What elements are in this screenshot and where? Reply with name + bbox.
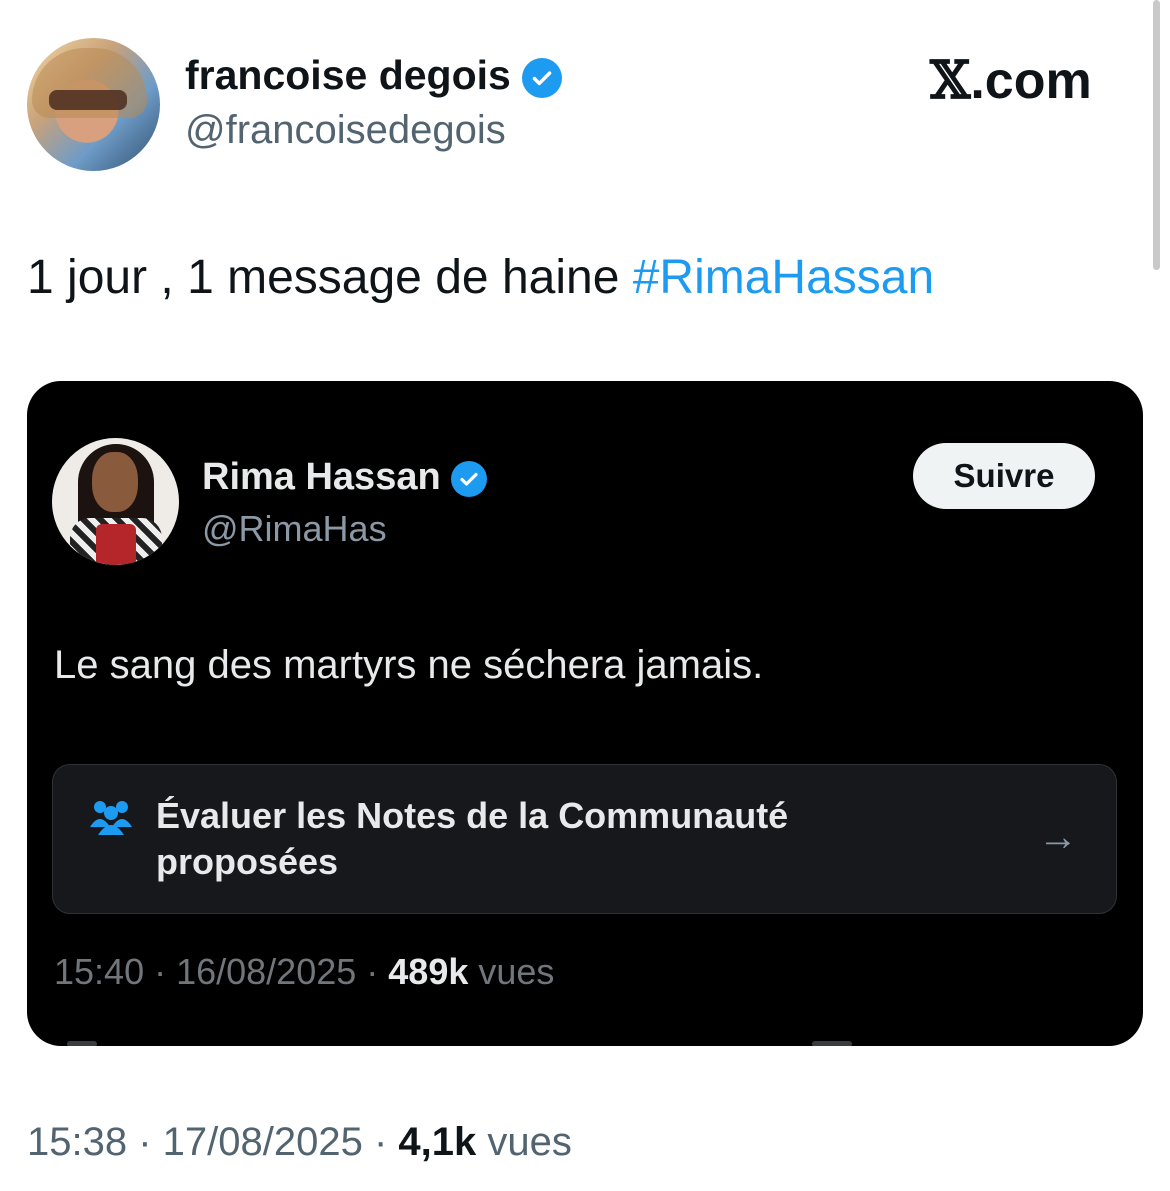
- quoted-author-name[interactable]: Rima Hassan: [202, 456, 488, 499]
- tweet-views-count: 4,1k: [398, 1120, 477, 1164]
- tweet-meta: 15:38 · 17/08/2025 · 4,1k vues: [27, 1120, 572, 1165]
- quoted-author-name-text[interactable]: Rima Hassan: [202, 456, 441, 498]
- author-name[interactable]: francoise degois: [185, 52, 563, 99]
- community-people-icon: [90, 801, 132, 835]
- meta-separator: ·: [362, 1120, 399, 1164]
- x-logo-icon: 𝕏: [930, 50, 971, 111]
- meta-separator: ·: [144, 951, 177, 992]
- meta-separator: ·: [356, 951, 389, 992]
- tweet-text: 1 jour , 1 message de haine #RimaHassan: [27, 250, 934, 305]
- tweet-date[interactable]: 17/08/2025: [163, 1120, 363, 1164]
- verified-badge-icon: [522, 58, 563, 99]
- community-notes-prompt[interactable]: Évaluer les Notes de la Communauté propo…: [52, 764, 1117, 914]
- action-icon-stub: [67, 1041, 97, 1046]
- quoted-tweet-meta: 15:40 · 16/08/2025 · 489k vues: [54, 951, 554, 993]
- quoted-date[interactable]: 16/08/2025: [176, 951, 356, 992]
- verified-badge-icon: [451, 460, 488, 497]
- notes-line-2: proposées: [156, 841, 339, 882]
- tweet-views-label: vues: [487, 1120, 572, 1164]
- x-com-logo: 𝕏.com: [930, 50, 1092, 111]
- author-avatar[interactable]: [27, 38, 160, 171]
- quoted-time[interactable]: 15:40: [54, 951, 144, 992]
- quoted-tweet-text: Le sang des martyrs ne séchera jamais.: [54, 643, 764, 687]
- hashtag-link[interactable]: #RimaHassan: [633, 251, 934, 304]
- quoted-tweet-card[interactable]: Rima Hassan @RimaHas Suivre Le sang des …: [27, 381, 1143, 1046]
- quoted-author-handle[interactable]: @RimaHas: [202, 508, 387, 550]
- tweet-body: 1 jour , 1 message de haine: [27, 251, 633, 304]
- brand-suffix: .com: [970, 52, 1092, 110]
- author-handle[interactable]: @francoisedegois: [185, 108, 506, 153]
- author-name-text[interactable]: francoise degois: [185, 52, 511, 98]
- follow-button[interactable]: Suivre: [913, 443, 1095, 509]
- action-icon-stub: [812, 1041, 852, 1046]
- quoted-author-avatar[interactable]: [52, 438, 179, 565]
- community-notes-label[interactable]: Évaluer les Notes de la Communauté propo…: [156, 793, 916, 885]
- avatar-dress: [96, 524, 136, 565]
- avatar-face: [92, 452, 138, 512]
- quoted-views-count: 489k: [388, 951, 469, 992]
- scrollbar[interactable]: [1153, 0, 1160, 270]
- avatar-sunglasses: [49, 90, 127, 110]
- notes-line-1: Évaluer les Notes de la Communauté: [156, 795, 789, 836]
- tweet-time[interactable]: 15:38: [27, 1120, 127, 1164]
- meta-separator: ·: [127, 1120, 163, 1164]
- arrow-right-icon[interactable]: →: [1038, 815, 1078, 860]
- quoted-views-label: vues: [478, 951, 555, 992]
